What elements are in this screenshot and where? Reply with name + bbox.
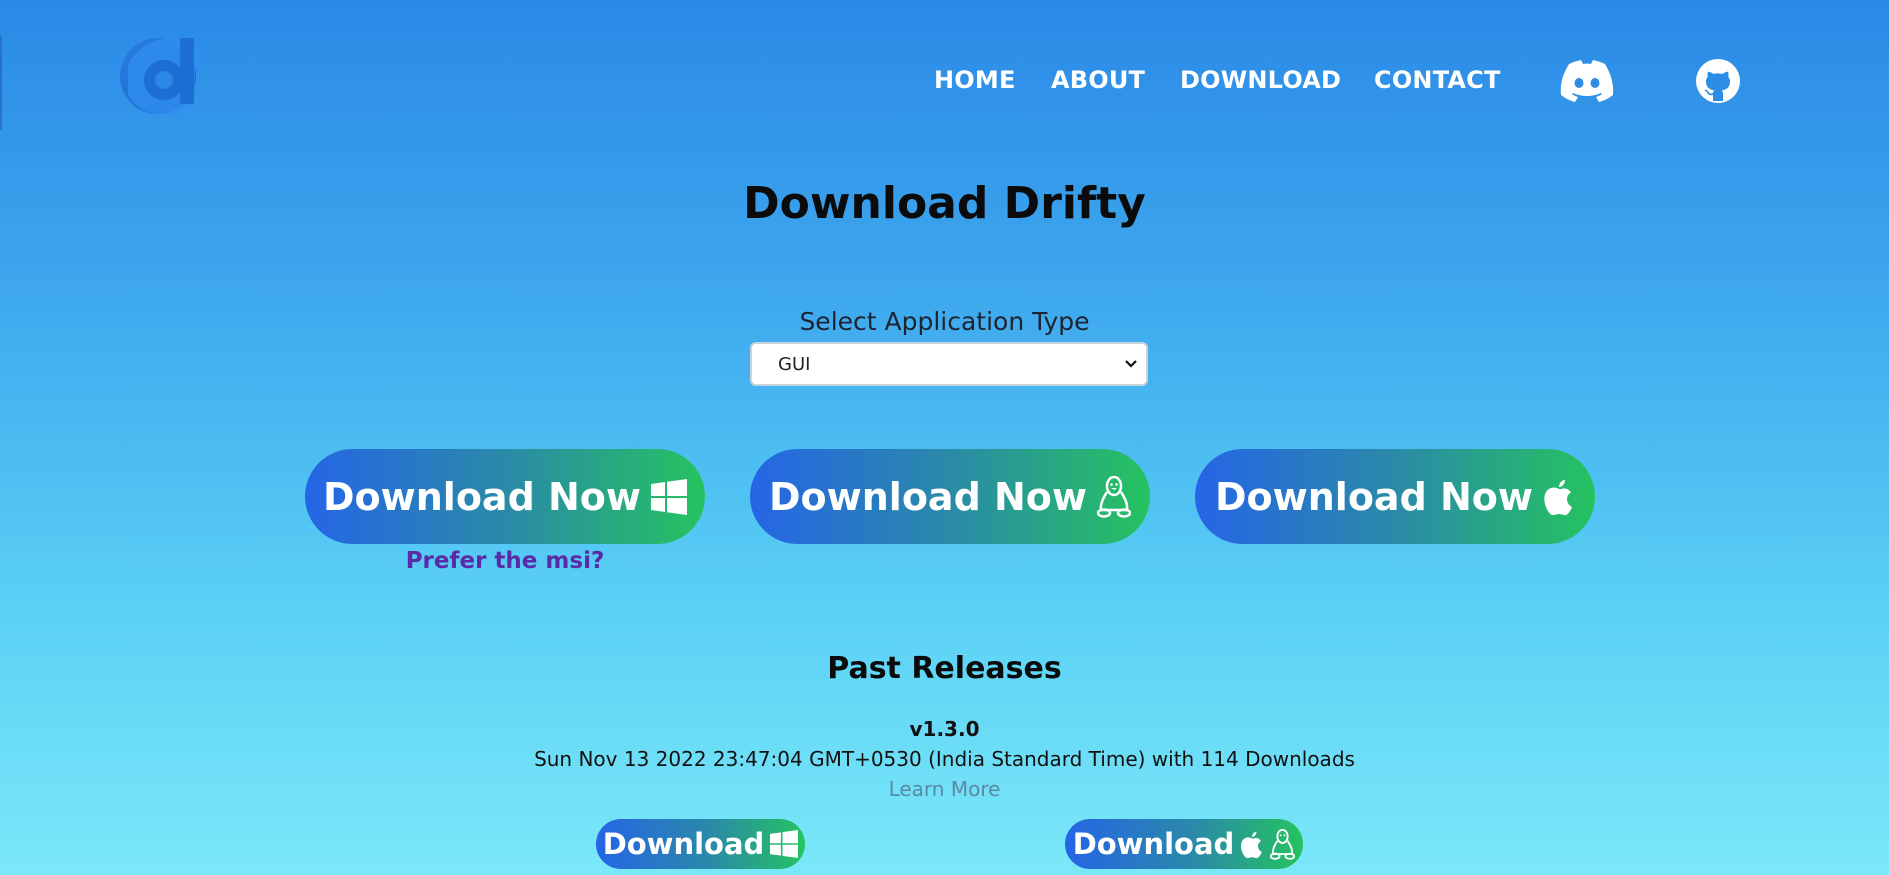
nav-download[interactable]: DOWNLOAD bbox=[1180, 66, 1341, 94]
release-download-windows-label: Download bbox=[602, 827, 765, 861]
prefer-msi-link[interactable]: Prefer the msi? bbox=[305, 548, 705, 574]
chevron-down-icon bbox=[1125, 360, 1137, 368]
windows-icon bbox=[770, 830, 799, 858]
download-mac-label: Download Now bbox=[1214, 474, 1534, 519]
release-download-mac-linux-label: Download bbox=[1072, 827, 1235, 861]
apple-icon bbox=[1544, 479, 1573, 515]
download-windows-label: Download Now bbox=[322, 474, 642, 519]
release-info: Sun Nov 13 2022 23:47:04 GMT+0530 (India… bbox=[534, 747, 1355, 771]
past-releases-title: Past Releases bbox=[827, 651, 1062, 686]
download-linux-button[interactable]: Download Now bbox=[750, 449, 1150, 544]
application-type-label: Select Application Type bbox=[799, 307, 1090, 336]
nav-about[interactable]: ABOUT bbox=[1051, 66, 1145, 94]
application-type-select[interactable]: GUI bbox=[750, 342, 1148, 386]
nav-contact[interactable]: CONTACT bbox=[1374, 66, 1501, 94]
apple-icon bbox=[1241, 831, 1263, 858]
page-title: Download Drifty bbox=[743, 178, 1146, 229]
release-download-windows-button[interactable]: Download bbox=[596, 819, 805, 869]
learn-more-link[interactable]: Learn More bbox=[0, 777, 1889, 801]
linux-icon bbox=[1097, 475, 1132, 518]
linux-icon bbox=[1270, 828, 1296, 860]
windows-icon bbox=[651, 478, 688, 515]
github-icon[interactable] bbox=[1695, 58, 1741, 104]
nav-home[interactable]: HOME bbox=[934, 66, 1016, 94]
release-download-mac-linux-button[interactable]: Download bbox=[1065, 819, 1303, 869]
download-linux-label: Download Now bbox=[768, 474, 1088, 519]
download-mac-button[interactable]: Download Now bbox=[1195, 449, 1595, 544]
download-windows-button[interactable]: Download Now bbox=[305, 449, 705, 544]
release-version: v1.3.0 bbox=[909, 717, 980, 741]
application-type-value: GUI bbox=[778, 354, 811, 375]
discord-icon[interactable] bbox=[1560, 58, 1614, 102]
